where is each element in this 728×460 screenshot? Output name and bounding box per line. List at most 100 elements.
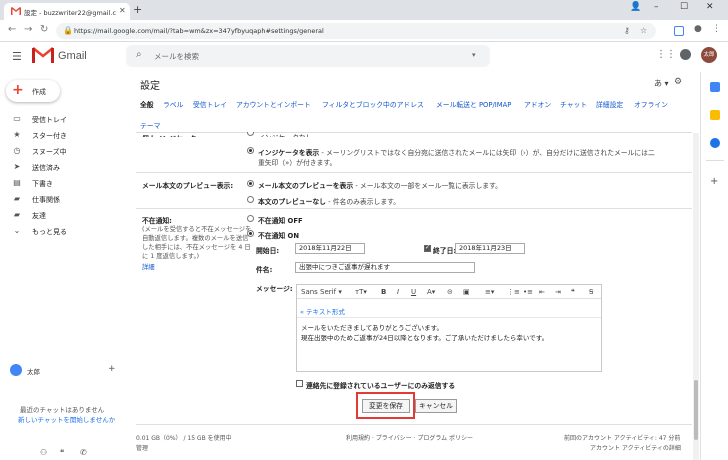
- underline-icon[interactable]: U: [411, 288, 416, 296]
- browser-tab[interactable]: 設定 - buzzwriter22@gmail.com ✕: [4, 3, 130, 20]
- vacation-off-radio[interactable]: [247, 215, 254, 222]
- quote-icon[interactable]: ❝: [571, 288, 575, 296]
- tab-forwarding[interactable]: メール転送と POP/IMAP: [436, 99, 511, 109]
- remove-format-icon[interactable]: Ꞩ: [589, 288, 593, 296]
- indent-less-icon[interactable]: ⇤: [539, 288, 545, 296]
- key-icon[interactable]: ⚷: [624, 26, 630, 35]
- scrollbar-thumb[interactable]: [694, 380, 698, 440]
- tab-filters[interactable]: フィルタとブロック中のアドレス: [322, 99, 424, 109]
- bookmark-star-icon[interactable]: ☆: [640, 26, 647, 35]
- sidebar-item-snoozed[interactable]: ◷ スヌーズ中: [0, 144, 128, 159]
- preview-none-radio[interactable]: [247, 196, 254, 203]
- preview-show-radio[interactable]: [247, 180, 254, 187]
- end-date-checkbox[interactable]: [424, 244, 431, 252]
- sidebar-item-work[interactable]: ▰ 仕事関係: [0, 192, 128, 207]
- indicator-none-radio[interactable]: [247, 132, 254, 136]
- message-editor[interactable]: Sans Serif ▾ ᴛT▾ B I U A▾ ⊝ ▣ ≡▾ ⋮≡ •≡ ⇤…: [296, 284, 602, 372]
- indicator-show-radio[interactable]: [247, 147, 254, 154]
- star-icon: ★: [13, 130, 21, 139]
- search-icon[interactable]: ⌕: [136, 49, 142, 60]
- tasks-icon[interactable]: [710, 138, 720, 148]
- link-icon[interactable]: ⊝: [447, 288, 453, 296]
- tab-inbox[interactable]: 受信トレイ: [193, 99, 227, 109]
- hamburger-menu-icon[interactable]: ☰: [12, 50, 22, 63]
- tab-accounts[interactable]: アカウントとインポート: [236, 99, 311, 109]
- sidebar-item-inbox[interactable]: ▭ 受信トレイ: [0, 112, 128, 127]
- italic-icon[interactable]: I: [397, 288, 399, 296]
- save-button[interactable]: 変更を保存: [362, 399, 410, 413]
- tab-general[interactable]: 全般: [140, 99, 154, 109]
- sidebar-item-friends[interactable]: ▰ 友達: [0, 208, 128, 223]
- tab-offline[interactable]: オフライン: [634, 99, 668, 109]
- minimize-icon[interactable]: –: [654, 2, 659, 12]
- gmail-logo-icon[interactable]: [32, 47, 54, 63]
- person-icon[interactable]: ⚇: [40, 448, 47, 457]
- calendar-icon[interactable]: [710, 82, 720, 92]
- menu-dots-icon[interactable]: ⋮: [712, 24, 721, 34]
- account-avatar[interactable]: 太郎: [701, 47, 717, 63]
- font-select[interactable]: Sans Serif ▾: [301, 288, 342, 296]
- subject-input[interactable]: 出張中につきご返事が遅れます: [295, 262, 475, 273]
- align-icon[interactable]: ≡▾: [485, 288, 494, 296]
- chevron-down-icon: ⌄: [13, 226, 21, 235]
- start-date-input[interactable]: 2018年11月22日: [295, 243, 365, 254]
- indent-more-icon[interactable]: ⇥: [555, 288, 561, 296]
- maximize-icon[interactable]: ☐: [680, 2, 688, 12]
- contacts-only-checkbox[interactable]: [296, 380, 303, 387]
- sidebar-item-sent[interactable]: ➤ 送信済み: [0, 160, 128, 175]
- keep-icon[interactable]: [710, 110, 720, 120]
- compose-button[interactable]: + 作成: [6, 80, 60, 102]
- end-date-input[interactable]: 2018年11月23日: [455, 243, 525, 254]
- send-icon: ➤: [13, 162, 21, 171]
- new-chat-link[interactable]: 新しいチャットを開始しませんか: [18, 414, 115, 424]
- hangouts-user[interactable]: 太郎 +: [10, 364, 130, 378]
- bold-icon[interactable]: B: [381, 288, 386, 296]
- add-addon-icon[interactable]: +: [710, 176, 718, 187]
- forward-icon[interactable]: →: [24, 24, 32, 35]
- vacation-details-link[interactable]: 詳細: [142, 263, 155, 272]
- close-window-icon[interactable]: ✕: [706, 2, 714, 12]
- extension-icon[interactable]: [674, 26, 684, 36]
- text-color-icon[interactable]: A▾: [427, 288, 435, 296]
- image-icon[interactable]: ▣: [463, 288, 470, 296]
- tab-advanced[interactable]: 詳細設定: [596, 99, 623, 109]
- plain-text-link[interactable]: « テキスト形式: [300, 306, 345, 316]
- divider: [297, 317, 601, 318]
- vacation-on-radio[interactable]: [247, 230, 254, 237]
- sidebar-item-starred[interactable]: ★ スター付き: [0, 128, 128, 143]
- user-icon[interactable]: 👤: [630, 2, 641, 12]
- activity-details-link[interactable]: アカウント アクティビティの詳細: [590, 443, 681, 452]
- notification-icon[interactable]: [680, 49, 691, 60]
- apps-grid-icon[interactable]: ⋮⋮: [656, 49, 676, 60]
- profile-icon[interactable]: ●: [694, 24, 702, 34]
- gear-icon[interactable]: ⚙: [674, 77, 682, 87]
- sidebar-item-label: 送信済み: [32, 164, 60, 172]
- back-icon[interactable]: ←: [8, 24, 16, 35]
- tab-labels[interactable]: ラベル: [163, 99, 183, 109]
- footer-links[interactable]: 利用規約 · プライバシー · プログラム ポリシー: [346, 433, 473, 442]
- omnibox[interactable]: 🔒 https://mail.google.com/mail/?tab=wm&z…: [56, 23, 656, 39]
- search-bar[interactable]: ⌕ メールを検索 ▾: [126, 45, 490, 67]
- numbered-list-icon[interactable]: ⋮≡: [507, 288, 520, 296]
- tab-chat[interactable]: チャット: [560, 99, 587, 109]
- phone-icon[interactable]: ✆: [80, 448, 87, 457]
- plus-icon: +: [12, 82, 24, 98]
- gmail-logo-text[interactable]: Gmail: [58, 50, 87, 62]
- cancel-button[interactable]: キャンセル: [415, 399, 457, 413]
- reload-icon[interactable]: ↻: [40, 24, 48, 35]
- browser-tab-title: 設定 - buzzwriter22@gmail.com: [24, 9, 116, 17]
- new-tab-icon[interactable]: +: [133, 3, 142, 16]
- input-tools-icon[interactable]: あ ▾: [654, 78, 669, 89]
- tab-themes[interactable]: テーマ: [140, 120, 160, 130]
- tab-addons[interactable]: アドオン: [524, 99, 551, 109]
- font-size-icon[interactable]: ᴛT▾: [355, 288, 367, 296]
- close-tab-icon[interactable]: ✕: [119, 6, 126, 15]
- search-options-icon[interactable]: ▾: [472, 51, 476, 59]
- hangouts-avatar: [10, 364, 22, 376]
- hangouts-icon[interactable]: ❝: [60, 448, 64, 457]
- sidebar-item-more[interactable]: ⌄ もっと見る: [0, 224, 128, 239]
- sidebar-item-drafts[interactable]: ▤ 下書き: [0, 176, 128, 191]
- bulleted-list-icon[interactable]: •≡: [523, 288, 533, 296]
- manage-storage-link[interactable]: 管理: [136, 443, 148, 452]
- add-chat-icon[interactable]: +: [108, 364, 116, 374]
